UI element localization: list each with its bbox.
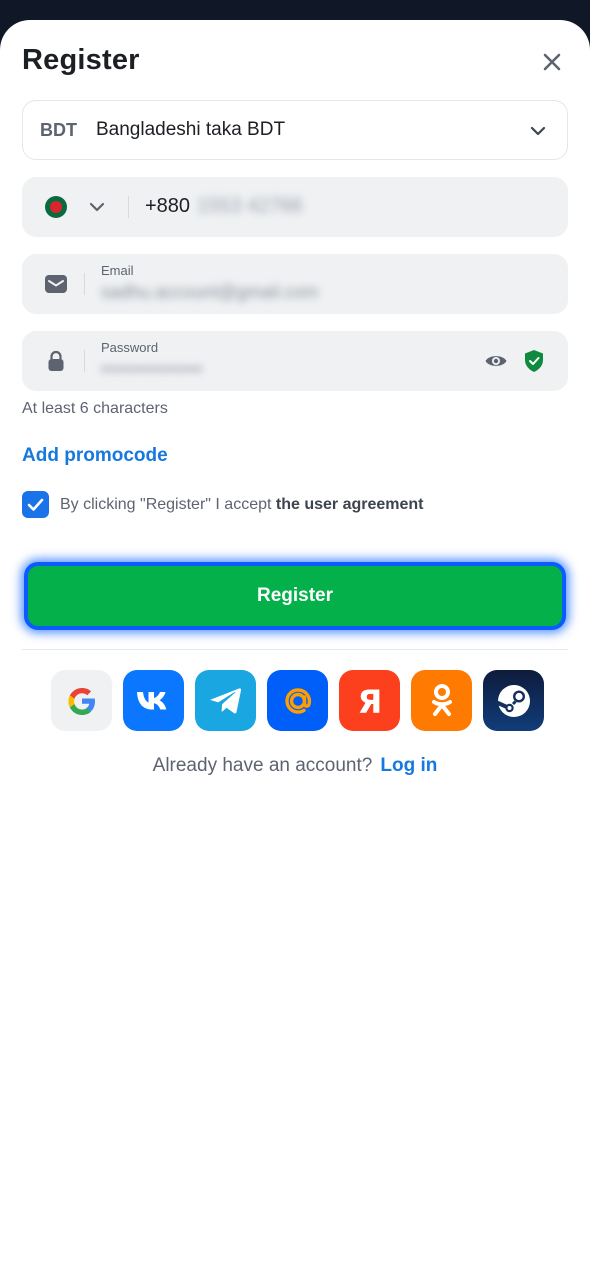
agreement-checkbox[interactable] xyxy=(22,491,49,518)
currency-name: Bangladeshi taka BDT xyxy=(96,119,286,140)
email-label: Email xyxy=(101,263,134,278)
email-field[interactable]: Email sadhu.account@gmail.com xyxy=(22,254,568,314)
password-label: Password xyxy=(101,340,159,355)
agreement-label: By clicking "Register" I accept xyxy=(60,496,276,513)
login-prompt: Already have an account? Log in xyxy=(0,755,590,777)
steam-icon xyxy=(495,684,530,717)
section-divider xyxy=(22,649,568,650)
telegram-icon xyxy=(209,687,241,713)
login-text: Already have an account? xyxy=(152,755,373,776)
checkmark-icon xyxy=(27,498,44,511)
page-title: Register xyxy=(22,44,140,76)
steam-login-button[interactable] xyxy=(483,670,544,731)
vk-login-button[interactable] xyxy=(123,670,184,731)
phone-field[interactable]: +880 1553 42766 xyxy=(22,177,568,237)
divider xyxy=(84,350,85,372)
social-login-row: Я xyxy=(51,670,544,731)
envelope-icon xyxy=(45,275,67,293)
close-button[interactable] xyxy=(540,50,564,74)
vk-icon xyxy=(136,691,166,710)
eye-icon[interactable] xyxy=(484,350,508,372)
phone-input[interactable]: 1553 42766 xyxy=(197,195,303,218)
email-input[interactable]: sadhu.account@gmail.com xyxy=(101,282,318,303)
google-icon xyxy=(67,687,95,715)
country-chevron-down-icon[interactable] xyxy=(88,198,106,216)
odnoklassniki-login-button[interactable] xyxy=(411,670,472,731)
agreement-text: By clicking "Register" I accept the user… xyxy=(60,496,424,514)
password-hint: At least 6 characters xyxy=(22,400,168,417)
mail-ru-icon xyxy=(284,687,311,714)
shield-check-icon xyxy=(525,350,543,372)
bangladesh-flag-icon[interactable] xyxy=(45,196,67,218)
currency-code: BDT xyxy=(40,119,77,140)
login-link[interactable]: Log in xyxy=(380,755,437,776)
lock-icon xyxy=(48,350,64,371)
phone-prefix: +880 xyxy=(145,195,191,217)
google-login-button[interactable] xyxy=(51,670,112,731)
password-field[interactable]: Password •••••••••••••• xyxy=(22,331,568,391)
register-button[interactable]: Register xyxy=(24,562,566,630)
password-input[interactable]: •••••••••••••• xyxy=(101,359,203,380)
odnoklassniki-icon xyxy=(431,683,452,716)
telegram-login-button[interactable] xyxy=(195,670,256,731)
user-agreement-link[interactable]: the user agreement xyxy=(276,496,424,513)
chevron-down-icon xyxy=(530,126,546,136)
currency-select[interactable]: BDT Bangladeshi taka BDT xyxy=(22,100,568,160)
svg-text:Я: Я xyxy=(357,683,382,719)
divider xyxy=(128,196,129,218)
yandex-login-button[interactable]: Я xyxy=(339,670,400,731)
register-sheet: Register BDT Bangladeshi taka BDT +880 1… xyxy=(0,20,590,1280)
add-promocode-link[interactable]: Add promocode xyxy=(22,445,168,467)
divider xyxy=(84,273,85,295)
yandex-icon: Я xyxy=(357,683,382,719)
mail-ru-login-button[interactable] xyxy=(267,670,328,731)
close-icon[interactable] xyxy=(540,50,564,74)
